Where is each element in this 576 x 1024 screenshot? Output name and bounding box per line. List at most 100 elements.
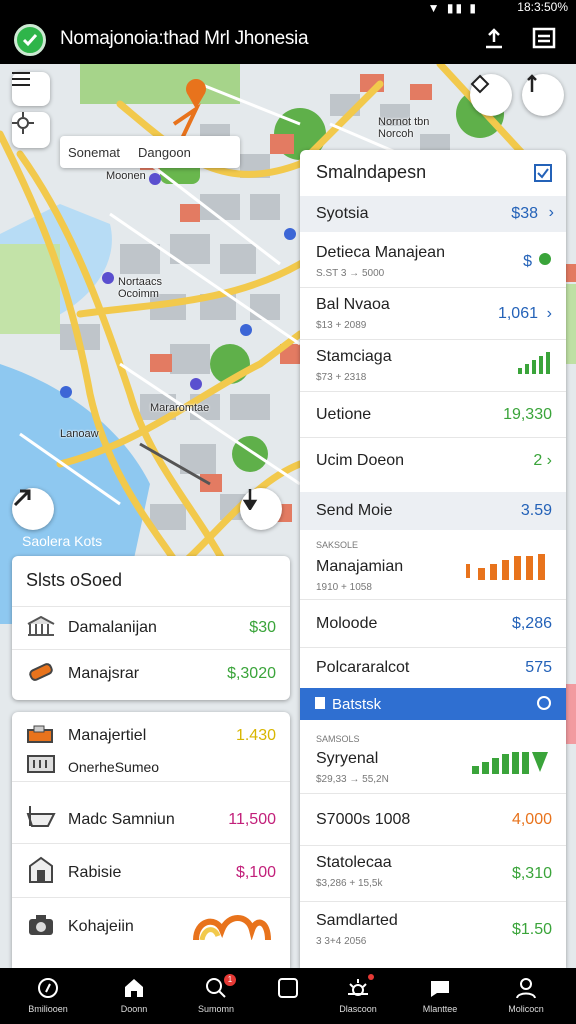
list-item[interactable]: Statolecaa $3,286 + 15,5k $,310 <box>300 846 566 902</box>
section-header-active[interactable]: Batstsk <box>300 688 566 720</box>
shield-icon <box>538 252 552 271</box>
list-item[interactable]: SAMSOLS Syryenal $29,33 → 55,2N <box>300 720 566 794</box>
compass-nav-icon <box>38 978 58 998</box>
nav-item-profile[interactable]: Molicocn <box>490 968 562 1024</box>
left-card-title: Slsts oSoed <box>26 570 123 590</box>
list-item-label: Statolecaa <box>316 854 392 871</box>
directions-icon <box>13 489 31 507</box>
app-title: Nomajonoia:thad Mrl Jhonesia <box>60 28 309 49</box>
nav-item-search[interactable]: 1 Sumomn <box>180 968 252 1024</box>
list-item[interactable]: S7000s 1008 4,000 <box>300 794 566 846</box>
list-item-sub: $73 + 2318 <box>316 372 367 383</box>
list-item[interactable]: OnerheSumeo <box>12 752 290 782</box>
list-item-label: Detieca Manajean <box>316 244 445 261</box>
list-item[interactable]: Ucim Doeon 2 › <box>300 438 566 484</box>
list-item[interactable]: Samdlarted 3 3+4 2056 $1.50 <box>300 902 566 958</box>
share-icon[interactable] <box>482 26 508 52</box>
checkbox-icon[interactable] <box>534 164 552 187</box>
search-text-secondary: Dangoon <box>138 144 191 160</box>
list-item-label: Ucim Doeon <box>316 452 405 469</box>
list-item[interactable]: Manajertiel 1.430 <box>12 722 290 750</box>
list-item-label: Uetione <box>316 405 372 423</box>
nav-item-label: Dlascoon <box>339 1004 377 1014</box>
list-item[interactable]: Manajsrar $,3020 <box>12 650 290 698</box>
list-item-label: Stamciaga <box>316 348 392 365</box>
compass-icon <box>527 74 537 92</box>
list-item-value: 4,000 <box>511 810 552 828</box>
list-item[interactable]: Detieca Manajean S.ST 3 → 5000 $ <box>300 236 566 288</box>
list-item-value: 1.430 <box>235 727 276 744</box>
list-item[interactable]: Damalanijan $30 <box>12 606 290 650</box>
list-item-label: Damalanijan <box>68 619 157 636</box>
notification-dot <box>368 974 374 980</box>
menu-list-icon[interactable] <box>532 26 558 52</box>
list-item-value: $1.50 <box>511 921 552 938</box>
list-item-value: $,100 <box>235 863 276 881</box>
directions-button[interactable] <box>12 488 54 530</box>
compass-button[interactable] <box>522 74 564 116</box>
right-detail-panel: Smalndapesn Syotsia $38 › Detieca Manaje… <box>300 150 566 968</box>
list-item-value: 1,061 <box>497 304 538 322</box>
list-item[interactable]: SAKSOLE Manajamian 1910 + 1058 <box>300 530 566 600</box>
store-icon <box>26 856 56 889</box>
map-label: Nornot tbn Norcoh <box>378 116 430 140</box>
list-item-label: Manajertiel <box>68 727 147 744</box>
building-icon <box>26 615 56 641</box>
nav-item-home[interactable]: Doonn <box>98 968 170 1024</box>
list-item[interactable]: Uetione 19,330 <box>300 392 566 438</box>
search-bar[interactable]: Sonemat Dangoon <box>60 136 240 168</box>
list-item-label: S7000s 1008 <box>316 810 411 828</box>
list-item-label: Samdlarted <box>316 912 398 929</box>
layers-icon <box>470 74 490 94</box>
bar-chart-icon <box>472 750 550 779</box>
nav-item-label: Molicocn <box>508 1004 544 1014</box>
list-item[interactable]: Madc Samniun 11,500 <box>12 796 290 844</box>
section-value: $38 <box>511 205 538 222</box>
nav-item-explore[interactable]: Bmiliooen <box>12 968 84 1024</box>
user-icon <box>516 978 536 999</box>
list-item-value: $30 <box>249 619 276 636</box>
section-label: Syotsia <box>316 205 369 222</box>
list-item-label: Moloode <box>316 614 378 632</box>
list-item[interactable]: Moloode $,286 <box>300 600 566 648</box>
tool-icon <box>26 661 56 688</box>
nav-item-label: Bmiliooen <box>28 1004 68 1014</box>
left-list-card: Manajertiel 1.430 OnerheSumeo Madc Samni… <box>12 712 290 968</box>
nav-item-messages[interactable]: Mlanttee <box>404 968 476 1024</box>
list-item-value: $,3020 <box>227 665 276 682</box>
nav-item-label: Mlanttee <box>422 1004 458 1014</box>
chevron-right-icon: › <box>546 304 552 322</box>
list-item[interactable]: Polcararalcot 575 <box>300 648 566 688</box>
info-circle-icon[interactable] <box>536 695 552 716</box>
map-label: Moonen <box>106 170 146 182</box>
hamburger-menu-button[interactable] <box>12 72 50 106</box>
nav-item-alerts[interactable]: Dlascoon <box>322 968 394 1024</box>
list-item-kicker: SAKSOLE <box>316 540 359 550</box>
list-item[interactable]: Stamciaga $73 + 2318 <box>300 340 566 392</box>
crosshair-icon <box>12 112 34 134</box>
home-icon <box>125 979 143 997</box>
list-item[interactable]: Rabisie $,100 <box>12 848 290 898</box>
layers-button[interactable] <box>470 74 512 116</box>
left-stats-card: Slsts oSoed Damalanijan $30 Manajsrar $,… <box>12 556 290 700</box>
map-label: Lanoaw <box>60 428 99 440</box>
truck-icon <box>26 724 56 749</box>
app-screen: ▼ ▮▮ ▮ 18:3:50% Nomajonoia:thad Mrl Jhon… <box>0 0 576 1024</box>
list-item-label: OnerheSumeo <box>68 758 160 775</box>
navigate-button[interactable] <box>240 488 282 530</box>
locate-button[interactable] <box>12 112 50 148</box>
office-icon <box>26 754 56 779</box>
app-logo-icon <box>14 24 46 56</box>
list-item[interactable]: Bal Nvaoa $13 + 2089 1,061 › <box>300 288 566 340</box>
nav-item-center[interactable] <box>252 968 324 1024</box>
list-item-sub: $29,33 → 55,2N <box>316 774 389 785</box>
list-item-label: Manajamian <box>316 558 404 575</box>
list-item-label: Polcararalcot <box>316 659 410 676</box>
list-item-sub: 3 3+4 2056 <box>316 936 367 947</box>
list-item-kicker: SAMSOLS <box>316 734 360 744</box>
bar-chart-icon <box>518 352 550 379</box>
section-header[interactable]: Syotsia $38 › <box>300 196 566 232</box>
list-item-value: $,286 <box>511 614 552 632</box>
section-header[interactable]: Send Moie 3.59 <box>300 492 566 530</box>
list-item[interactable]: Kohajeiin <box>12 902 290 952</box>
